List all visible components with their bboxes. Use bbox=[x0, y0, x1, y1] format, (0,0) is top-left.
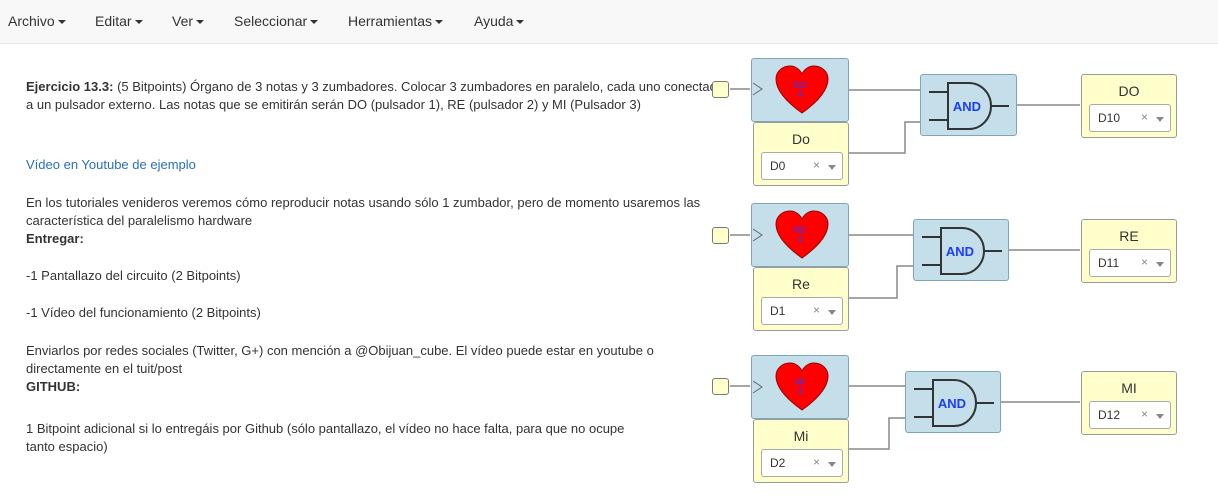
output-label: DO bbox=[1118, 83, 1140, 99]
input-pin-select[interactable]: D2 × bbox=[761, 449, 843, 477]
exercise-title: Ejercicio 13.3: bbox=[26, 79, 114, 94]
menu-seleccionar[interactable]: Seleccionar bbox=[234, 0, 319, 42]
menu-editar-label: Editar bbox=[95, 13, 132, 29]
chevron-down-icon[interactable] bbox=[828, 462, 836, 467]
deliver-item-1-text: -1 Pantallazo del circuito (2 Bitpoints) bbox=[26, 268, 241, 283]
output-pin-select[interactable]: D11 × bbox=[1089, 249, 1171, 277]
github-text-body: 1 Bitpoint adicional si lo entregáis por… bbox=[26, 421, 625, 454]
deliver-item-2: -1 Vídeo del funcionamiento (2 Bitpoints… bbox=[26, 304, 261, 322]
exercise-description: Ejercicio 13.3: (5 Bitpoints) Órgano de … bbox=[26, 78, 732, 114]
menu-herramientas-label: Herramientas bbox=[348, 13, 433, 29]
clear-icon[interactable]: × bbox=[813, 158, 820, 172]
select-value: D0 bbox=[770, 159, 786, 173]
clear-icon[interactable]: × bbox=[1141, 255, 1148, 269]
deliver-item-2-text: -1 Vídeo del funcionamiento (2 Bitpoints… bbox=[26, 305, 261, 320]
gate-label: AND bbox=[946, 244, 974, 259]
select-value: D10 bbox=[1098, 111, 1121, 125]
menu-ver-label: Ver bbox=[172, 13, 194, 29]
input-pin-2[interactable] bbox=[712, 227, 729, 244]
chevron-down-icon[interactable] bbox=[1156, 262, 1164, 267]
buzzer-block-do[interactable]: DO 4 bbox=[751, 58, 849, 122]
github-title: GITHUB: bbox=[26, 379, 81, 394]
wire-input-to-gate-2 bbox=[848, 265, 913, 299]
caret-down-icon bbox=[310, 20, 319, 25]
output-pin-select[interactable]: D10 × bbox=[1089, 104, 1171, 132]
chevron-down-icon[interactable] bbox=[1156, 117, 1164, 122]
output-pin-select[interactable]: D12 × bbox=[1089, 401, 1171, 429]
menu-seleccionar-label: Seleccionar bbox=[234, 13, 308, 29]
clear-icon[interactable]: × bbox=[1141, 110, 1148, 124]
note-octave: 4 bbox=[797, 386, 803, 396]
menu-editar[interactable]: Editar bbox=[95, 0, 143, 42]
clear-icon[interactable]: × bbox=[813, 455, 820, 469]
input-pin-select[interactable]: D1 × bbox=[761, 297, 843, 325]
social-text-body: Enviarlos por redes sociales (Twitter, G… bbox=[26, 343, 654, 376]
output-label: MI bbox=[1121, 380, 1137, 396]
buzzer-block-mi[interactable]: MI 4 bbox=[751, 355, 849, 419]
github-text: 1 Bitpoint adicional si lo entregáis por… bbox=[26, 420, 646, 456]
gate-label: AND bbox=[938, 396, 966, 411]
chevron-down-icon[interactable] bbox=[1156, 414, 1164, 419]
clear-icon[interactable]: × bbox=[813, 303, 820, 317]
select-value: D2 bbox=[770, 456, 786, 470]
video-link-wrap: Vídeo en Youtube de ejemplo bbox=[26, 156, 196, 174]
input-label: Re bbox=[792, 276, 810, 292]
output-block-re[interactable]: RE D11 × bbox=[1081, 219, 1177, 283]
deliver-item-1: -1 Pantallazo del circuito (2 Bitpoints) bbox=[26, 267, 241, 285]
input-pin-1[interactable] bbox=[712, 81, 729, 98]
and-gate-block-2[interactable]: AND bbox=[913, 219, 1009, 281]
deliver-title: Entregar: bbox=[26, 231, 84, 246]
exercise-text: (5 Bitpoints) Órgano de 3 notas y 3 zumb… bbox=[26, 79, 725, 112]
note-octave: 4 bbox=[797, 89, 803, 99]
caret-down-icon bbox=[435, 20, 444, 25]
menu-archivo[interactable]: Archivo bbox=[8, 0, 66, 42]
chevron-down-icon[interactable] bbox=[828, 165, 836, 170]
and-gate-icon: AND bbox=[922, 227, 1002, 275]
caret-down-icon bbox=[57, 20, 66, 25]
and-gate-icon: AND bbox=[929, 82, 1009, 130]
buzzer-block-re[interactable]: RE 4 bbox=[751, 203, 849, 267]
wire-input-to-gate-3 bbox=[848, 417, 905, 450]
menu-herramientas[interactable]: Herramientas bbox=[348, 0, 444, 42]
select-value: D12 bbox=[1098, 408, 1121, 422]
input-block-do[interactable]: Do D0 × bbox=[753, 122, 849, 186]
output-block-mi[interactable]: MI D12 × bbox=[1081, 371, 1177, 435]
output-block-do[interactable]: DO D10 × bbox=[1081, 74, 1177, 138]
menu-ayuda[interactable]: Ayuda bbox=[474, 0, 525, 42]
select-value: D1 bbox=[770, 304, 786, 318]
output-label: RE bbox=[1119, 228, 1139, 244]
social-text: Enviarlos por redes sociales (Twitter, G… bbox=[26, 342, 696, 396]
input-block-re[interactable]: Re D1 × bbox=[753, 267, 849, 331]
and-gate-block-3[interactable]: AND bbox=[905, 371, 1001, 433]
input-label: Do bbox=[792, 131, 810, 147]
menu-archivo-label: Archivo bbox=[8, 13, 55, 29]
youtube-video-link[interactable]: Vídeo en Youtube de ejemplo bbox=[26, 157, 196, 172]
tutorial-text-body: En los tutoriales venideros veremos cómo… bbox=[26, 195, 701, 228]
note-octave: 4 bbox=[797, 234, 803, 244]
menu-ayuda-label: Ayuda bbox=[474, 13, 514, 29]
caret-down-icon bbox=[196, 20, 205, 25]
select-value: D11 bbox=[1098, 256, 1120, 270]
menu-ver[interactable]: Ver bbox=[172, 0, 205, 42]
chevron-down-icon[interactable] bbox=[828, 310, 836, 315]
caret-down-icon bbox=[516, 20, 525, 25]
and-gate-icon: AND bbox=[914, 379, 994, 427]
tutorial-text: En los tutoriales venideros veremos cómo… bbox=[26, 194, 732, 248]
wire-input-to-gate-1 bbox=[848, 121, 920, 154]
gate-label: AND bbox=[953, 99, 981, 114]
clear-icon[interactable]: × bbox=[1141, 407, 1148, 421]
and-gate-block-1[interactable]: AND bbox=[920, 74, 1017, 136]
input-pin-3[interactable] bbox=[712, 378, 729, 395]
input-block-mi[interactable]: Mi D2 × bbox=[753, 419, 849, 483]
caret-down-icon bbox=[134, 20, 143, 25]
input-pin-select[interactable]: D0 × bbox=[761, 152, 843, 180]
input-label: Mi bbox=[793, 428, 809, 444]
menu-bar: Archivo Editar Ver Seleccionar Herramien… bbox=[0, 0, 1218, 44]
